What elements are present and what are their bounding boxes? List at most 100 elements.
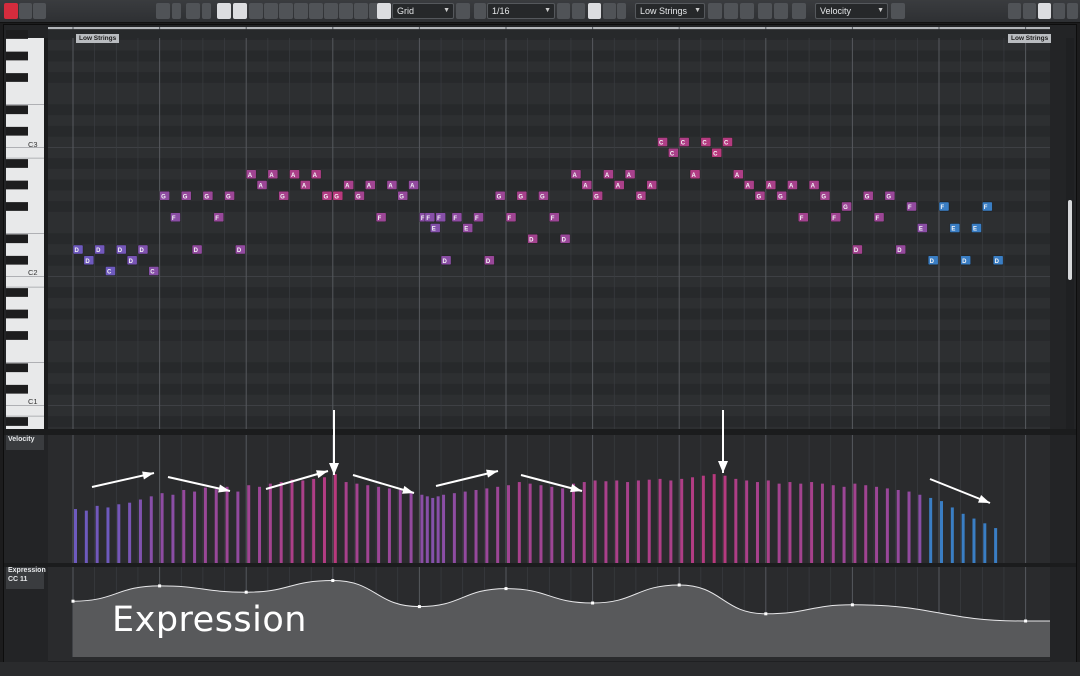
velocity-bar[interactable] — [864, 485, 868, 563]
velocity-bar[interactable] — [712, 474, 716, 563]
velocity-bar[interactable] — [582, 482, 586, 563]
velocity-bar[interactable] — [799, 483, 803, 563]
mute-tool[interactable] — [324, 3, 338, 19]
velocity-bar[interactable] — [723, 475, 727, 563]
velocity-bar[interactable] — [658, 478, 662, 563]
indicator-icon[interactable] — [792, 3, 806, 19]
velocity-bar[interactable] — [647, 479, 651, 563]
velocity-bar[interactable] — [831, 485, 835, 563]
velocity-bar[interactable] — [258, 486, 262, 563]
glue-tool[interactable] — [309, 3, 323, 19]
velocity-bar[interactable] — [236, 491, 240, 563]
velocity-bar[interactable] — [387, 488, 391, 563]
velocity-bar[interactable] — [128, 502, 132, 563]
velocity-bar[interactable] — [571, 483, 575, 563]
velocity-bar[interactable] — [463, 491, 467, 563]
chord-icon[interactable] — [724, 3, 738, 19]
arrow-icon[interactable] — [1008, 3, 1021, 19]
velocity-bar[interactable] — [669, 480, 673, 563]
auto-quantize-icon[interactable] — [572, 3, 585, 19]
velocity-bar[interactable] — [918, 494, 922, 563]
velocity-bar[interactable] — [171, 494, 175, 563]
lower-zone-icon[interactable] — [1038, 3, 1051, 19]
velocity-bar[interactable] — [214, 489, 218, 563]
velocity-bar[interactable] — [907, 491, 911, 563]
velocity-bar[interactable] — [95, 505, 99, 563]
velocity-bar[interactable] — [193, 491, 197, 563]
velocity-bar[interactable] — [604, 481, 608, 563]
keyboard-icon[interactable] — [891, 3, 905, 19]
indicator-icon[interactable] — [774, 3, 788, 19]
record-enable-button[interactable] — [4, 3, 18, 19]
part-list-dropdown[interactable]: Low Strings ▼ — [635, 3, 705, 19]
line-tool[interactable] — [354, 3, 368, 19]
vertical-scroll-thumb[interactable] — [1068, 200, 1072, 280]
velocity-bar[interactable] — [615, 480, 619, 563]
write-automation-button[interactable] — [33, 3, 46, 19]
velocity-bar[interactable] — [755, 482, 759, 563]
object-selection-tool[interactable] — [233, 3, 247, 19]
velocity-bar[interactable] — [983, 523, 987, 563]
expression-point[interactable] — [504, 587, 508, 591]
velocity-bar[interactable] — [961, 513, 965, 563]
velocity-bar[interactable] — [203, 487, 207, 563]
monitor-button[interactable] — [19, 3, 32, 19]
expression-point[interactable] — [591, 601, 595, 605]
expression-point[interactable] — [677, 583, 681, 587]
velocity-bar[interactable] — [442, 494, 446, 563]
velocity-bar[interactable] — [842, 486, 846, 563]
velocity-bar[interactable] — [333, 474, 337, 563]
chevron-down-icon[interactable] — [172, 3, 181, 19]
velocity-bar[interactable] — [853, 483, 857, 563]
snap-type-dropdown[interactable]: Grid ▼ — [392, 3, 454, 19]
velocity-bar[interactable] — [885, 488, 889, 563]
trim-tool[interactable] — [279, 3, 293, 19]
step-input-icon[interactable] — [588, 3, 601, 19]
draw-tool[interactable] — [249, 3, 263, 19]
velocity-bar[interactable] — [84, 510, 88, 563]
velocity-bar[interactable] — [810, 482, 814, 563]
gear-icon[interactable] — [1067, 3, 1078, 19]
velocity-bar[interactable] — [149, 496, 153, 563]
velocity-bar[interactable] — [994, 528, 998, 563]
snap-to-zero-crossing-icon[interactable] — [456, 3, 470, 19]
speaker-icon[interactable] — [217, 3, 231, 19]
velocity-bar[interactable] — [106, 507, 110, 563]
velocity-bar[interactable] — [182, 489, 186, 563]
expression-point[interactable] — [764, 612, 768, 616]
loop-icon[interactable] — [740, 3, 754, 19]
left-zone-icon[interactable] — [1023, 3, 1036, 19]
insert-velocity-icon[interactable] — [186, 3, 200, 19]
expression-point[interactable] — [850, 603, 854, 607]
quantize-toggle-button[interactable] — [474, 3, 486, 19]
velocity-bar[interactable] — [138, 499, 142, 563]
velocity-bar[interactable] — [701, 475, 705, 563]
zoom-tool[interactable] — [339, 3, 353, 19]
chevron-down-icon[interactable] — [617, 3, 626, 19]
velocity-bar[interactable] — [745, 480, 749, 563]
quantize-dropdown[interactable]: 1/16 ▼ — [487, 3, 555, 19]
velocity-bar[interactable] — [312, 478, 316, 563]
velocity-bar[interactable] — [593, 480, 597, 563]
velocity-bar[interactable] — [431, 497, 435, 563]
velocity-bar[interactable] — [777, 483, 781, 563]
velocity-bar[interactable] — [268, 483, 272, 563]
velocity-bar[interactable] — [972, 518, 976, 563]
velocity-bar[interactable] — [896, 489, 900, 563]
note-length-icon[interactable] — [603, 3, 616, 19]
velocity-bar[interactable] — [452, 493, 456, 563]
velocity-bar[interactable] — [160, 493, 164, 563]
velocity-bar[interactable] — [820, 483, 824, 563]
expression-point[interactable] — [244, 590, 248, 594]
expression-point[interactable] — [417, 605, 421, 609]
erase-tool[interactable] — [264, 3, 278, 19]
chevron-down-icon[interactable] — [202, 3, 211, 19]
velocity-bar[interactable] — [528, 483, 532, 563]
velocity-bar[interactable] — [766, 480, 770, 563]
velocity-bar[interactable] — [436, 496, 440, 563]
velocity-bar[interactable] — [875, 486, 879, 563]
velocity-bar[interactable] — [550, 486, 554, 563]
indicator-icon[interactable] — [758, 3, 772, 19]
velocity-bar[interactable] — [247, 485, 251, 563]
expression-point[interactable] — [1024, 619, 1028, 623]
